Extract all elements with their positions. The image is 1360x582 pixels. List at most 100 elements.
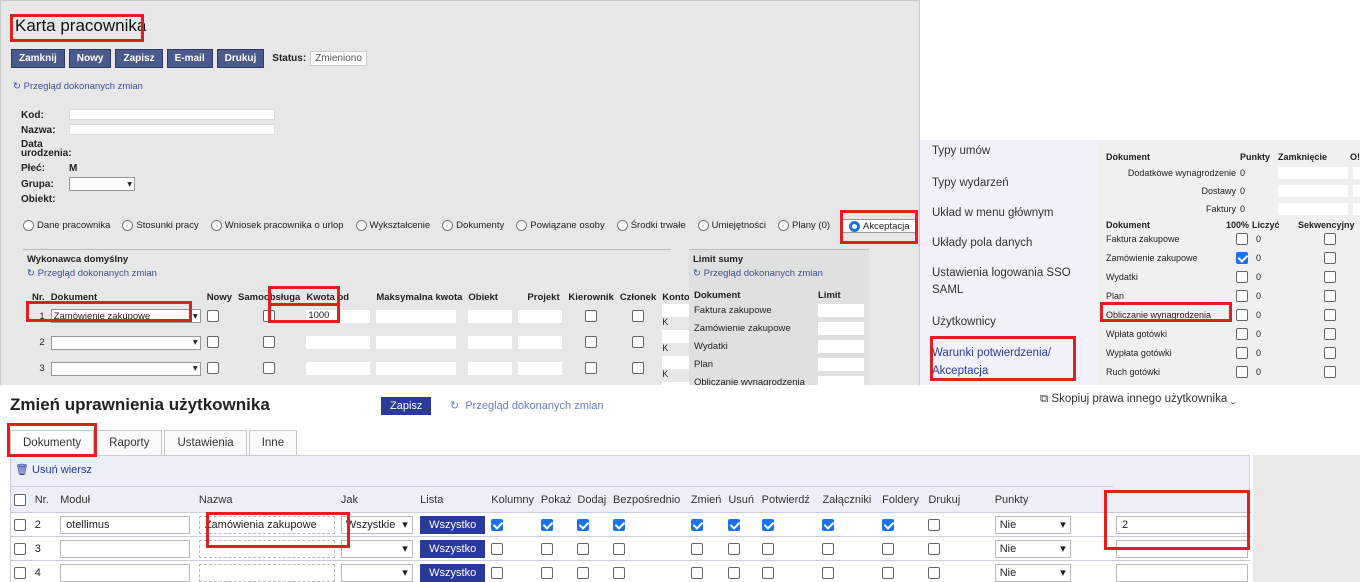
direct-checkbox[interactable] — [690, 518, 703, 531]
save-button[interactable]: Zapisz — [381, 397, 432, 415]
direct-checkbox[interactable] — [690, 542, 703, 555]
full-checkbox[interactable] — [1236, 290, 1248, 302]
max-amount-input[interactable] — [376, 361, 457, 375]
menu-item-field-layouts[interactable]: Układy pola danych — [932, 234, 1092, 252]
tab-akceptacja[interactable]: Akceptacja — [842, 219, 917, 233]
member-checkbox[interactable] — [632, 310, 645, 322]
sequential-checkbox[interactable] — [1324, 347, 1336, 359]
how-select[interactable]: ▾ — [340, 563, 413, 582]
sequential-checkbox[interactable] — [1324, 271, 1336, 283]
count-value[interactable]: 0 — [1256, 310, 1261, 320]
tab-stosunki[interactable]: Stosunki pracy — [122, 220, 199, 232]
object-input[interactable] — [468, 335, 513, 349]
tab-srodki[interactable]: Środki trwałe — [616, 220, 686, 232]
folders-checkbox[interactable] — [928, 518, 941, 531]
group-select[interactable]: ▾ — [69, 177, 135, 191]
tab-dokumenty[interactable]: Dokumenty — [10, 430, 95, 455]
full-checkbox[interactable] — [1236, 366, 1248, 378]
max-amount-input[interactable] — [376, 335, 457, 349]
selfservice-checkbox[interactable] — [263, 336, 276, 348]
tab-dokumenty[interactable]: Dokumenty — [442, 220, 504, 232]
document-select[interactable]: ▾ — [50, 335, 201, 350]
full-checkbox[interactable] — [1236, 252, 1248, 264]
print-select[interactable]: Nie ▾ — [994, 563, 1071, 582]
tab-raporty[interactable]: Raporty — [96, 430, 163, 455]
show-checkbox[interactable] — [577, 542, 590, 555]
add-checkbox[interactable] — [613, 542, 626, 555]
manager-checkbox[interactable] — [585, 310, 598, 322]
name-input[interactable] — [198, 563, 335, 582]
tab-powiazane[interactable]: Powiązane osoby — [516, 220, 605, 232]
change-checkbox[interactable] — [728, 542, 741, 555]
other-input[interactable] — [1353, 185, 1360, 197]
list-checkbox[interactable] — [491, 542, 504, 555]
copy-rights-dropdown[interactable]: ⧉ Skopiuj prawa innego użytkownika ⌄ — [1040, 393, 1236, 406]
sequential-checkbox[interactable] — [1324, 366, 1336, 378]
attachments-checkbox[interactable] — [882, 518, 895, 531]
amount-from-input[interactable]: 1000 — [306, 309, 371, 323]
project-input[interactable] — [518, 335, 563, 349]
history-link[interactable]: ↻ Przegląd dokonanych zmian — [13, 81, 143, 92]
sequential-checkbox[interactable] — [1324, 328, 1336, 340]
object-input[interactable] — [468, 361, 513, 375]
delete-checkbox[interactable] — [761, 566, 774, 579]
all-button[interactable]: Wszystko — [420, 539, 486, 558]
row-select-checkbox[interactable] — [14, 542, 26, 555]
project-input[interactable] — [518, 309, 563, 323]
change-checkbox[interactable] — [728, 566, 741, 579]
count-value[interactable]: 0 — [1256, 348, 1261, 358]
nazwa-input[interactable] — [69, 124, 275, 135]
full-checkbox[interactable] — [1236, 271, 1248, 283]
menu-item-saml[interactable]: SAML — [932, 281, 1092, 299]
points-input[interactable]: 2 — [1116, 515, 1248, 534]
sequential-checkbox[interactable] — [1324, 309, 1336, 321]
member-checkbox[interactable] — [632, 362, 645, 374]
amount-from-input[interactable] — [306, 335, 371, 349]
list-checkbox[interactable] — [491, 566, 504, 579]
menu-item-approval[interactable]: Akceptacja — [932, 362, 1092, 380]
other-input[interactable] — [1353, 167, 1360, 179]
menu-item-main-menu-layout[interactable]: Układ w menu głównym — [932, 204, 1092, 222]
history-link[interactable]: ↻ Przegląd dokonanych zmian — [27, 268, 157, 279]
new-button[interactable]: Nowy — [68, 49, 112, 68]
change-checkbox[interactable] — [728, 518, 741, 531]
points-value[interactable]: 0 — [1240, 186, 1245, 196]
new-checkbox[interactable] — [206, 310, 219, 322]
delete-row-button[interactable]: 🗑 Usuń wiersz — [15, 463, 92, 476]
print-button[interactable]: Drukuj — [216, 49, 265, 68]
manager-checkbox[interactable] — [585, 362, 598, 374]
close-input[interactable] — [1278, 203, 1348, 215]
module-input[interactable] — [60, 563, 191, 582]
count-value[interactable]: 0 — [1256, 253, 1261, 263]
other-input[interactable] — [1353, 203, 1360, 215]
member-checkbox[interactable] — [632, 336, 645, 348]
points-value[interactable]: 0 — [1240, 168, 1245, 178]
delete-checkbox[interactable] — [761, 542, 774, 555]
selfservice-checkbox[interactable] — [263, 310, 276, 322]
points-input[interactable] — [1116, 563, 1248, 582]
sequential-checkbox[interactable] — [1324, 233, 1336, 245]
confirm-checkbox[interactable] — [822, 518, 835, 531]
email-button[interactable]: E-mail — [166, 49, 213, 68]
account-k-button[interactable]: K — [662, 343, 668, 353]
kod-input[interactable] — [69, 109, 275, 120]
new-checkbox[interactable] — [206, 362, 219, 374]
sequential-checkbox[interactable] — [1324, 252, 1336, 264]
full-checkbox[interactable] — [1236, 309, 1248, 321]
history-link[interactable]: ↻ Przegląd dokonanych zmian — [693, 268, 823, 279]
limit-input[interactable] — [818, 339, 864, 353]
attachments-checkbox[interactable] — [882, 542, 895, 555]
how-select[interactable]: ▾ — [340, 539, 413, 558]
all-button[interactable]: Wszystko — [420, 563, 486, 582]
print-select[interactable]: Nie ▾ — [994, 539, 1071, 558]
confirm-checkbox[interactable] — [822, 566, 835, 579]
direct-checkbox[interactable] — [690, 566, 703, 579]
confirm-checkbox[interactable] — [822, 542, 835, 555]
tab-plany[interactable]: Plany (0) — [778, 220, 830, 232]
tab-inne[interactable]: Inne — [248, 430, 298, 455]
max-amount-input[interactable] — [376, 309, 457, 323]
save-button[interactable]: Zapisz — [115, 49, 163, 68]
tab-urlop[interactable]: Wniosek pracownika o urlop — [210, 220, 344, 232]
columns-checkbox[interactable] — [540, 566, 553, 579]
count-value[interactable]: 0 — [1256, 367, 1261, 377]
